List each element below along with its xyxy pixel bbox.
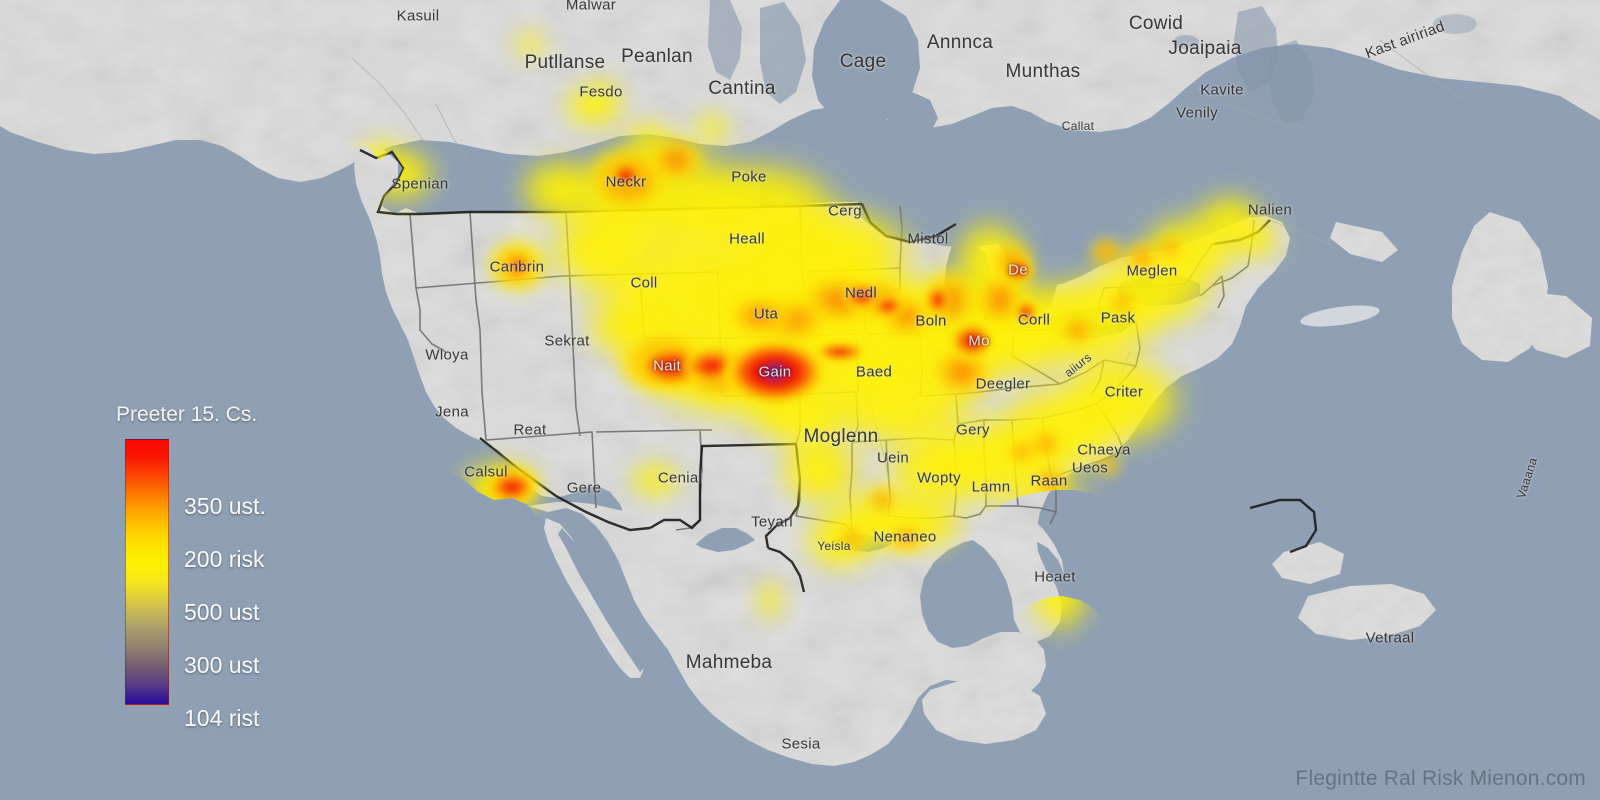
map-label: Malwar (565, 0, 617, 14)
map-label: Reat (513, 421, 547, 439)
map-label: Gery (956, 421, 990, 439)
risk-legend: Preeter 15. Cs. 350 ust. 200 risk 500 ust 3… (108, 398, 338, 731)
map-label: Teyarl (751, 513, 793, 531)
map-label: Calsul (464, 463, 508, 481)
map-label: Annnca (926, 32, 994, 53)
map-label: Callat (1061, 119, 1095, 133)
map-label: Raan (1030, 472, 1068, 490)
map-label: Wopty (917, 469, 961, 487)
map-label: Canbrin (489, 258, 545, 276)
map-label: Uein (876, 449, 910, 467)
map-label: Pask (1100, 309, 1136, 327)
map-label: Vetraal (1365, 629, 1415, 647)
map-label: Baed (855, 363, 893, 381)
map-canvas: Kasuil Malwar Putllanse Fesdo Peanlan Cantina… (0, 0, 1600, 800)
map-label: Fesdo (579, 83, 623, 101)
map-label: Boln (915, 312, 947, 330)
map-label: Mo (968, 332, 990, 350)
legend-tick-label: 350 ust. (184, 493, 266, 519)
map-label: Deegler (975, 375, 1031, 393)
map-label: Heaet (1034, 568, 1076, 586)
map-label: Poke (731, 168, 767, 186)
map-label: Spenian (391, 175, 449, 193)
map-label: Ueos (1071, 459, 1109, 477)
map-label: Peanlan (621, 46, 693, 67)
map-label: Nenaneo (873, 528, 937, 546)
map-label: Putllanse (524, 52, 606, 73)
map-label: Coll (630, 274, 658, 292)
map-label: Joaipaia (1168, 38, 1242, 59)
map-label: Heall (729, 230, 765, 248)
map-label: Lamn (971, 478, 1011, 496)
legend-tick-label: 104 rist (184, 705, 260, 731)
legend-tick-label: 300 ust (184, 652, 260, 678)
map-label: Sekrat (544, 332, 590, 350)
map-label: Mahmeba (685, 652, 773, 673)
map-label: Nalien (1247, 201, 1293, 219)
map-label: Gain (758, 363, 792, 381)
map-label: Sesia (781, 735, 821, 753)
map-label: Jena (435, 403, 469, 421)
map-label: Cowid (1128, 13, 1184, 34)
map-label: Criter (1104, 383, 1144, 401)
map-label: Chaeya (1077, 441, 1131, 459)
map-label: Mistol (907, 230, 949, 248)
map-label: Meglen (1126, 262, 1178, 280)
map-label: Uta (753, 305, 779, 323)
map-label: Nait (653, 357, 681, 375)
map-label: Cerg (828, 202, 862, 220)
legend-title: Preeter 15. Cs. (116, 403, 258, 426)
map-label: Cenial (657, 469, 703, 487)
legend-tick-label: 500 ust (184, 599, 260, 625)
map-label: Wloya (425, 346, 469, 364)
map-label: Moglenn (803, 426, 879, 447)
map-label: Cage (839, 51, 887, 72)
map-label: Gere (566, 479, 602, 497)
legend-colorbar (125, 439, 169, 705)
watermark: Flegintte Ral Risk Mienon.com (1295, 767, 1586, 790)
map-label: Kasuil (396, 7, 440, 25)
map-label: Nedl (844, 284, 878, 302)
map-label: De (1008, 261, 1028, 279)
map-label: Venily (1176, 104, 1218, 122)
map-label: Cantina (708, 78, 776, 99)
legend-tick-label: 200 risk (184, 546, 265, 572)
map-label: Kavite (1200, 81, 1244, 99)
map-label: Yeisla (817, 539, 851, 553)
map-label: Munthas (1005, 61, 1081, 82)
map-label: Corll (1017, 311, 1051, 329)
map-label: Neckr (605, 173, 647, 191)
